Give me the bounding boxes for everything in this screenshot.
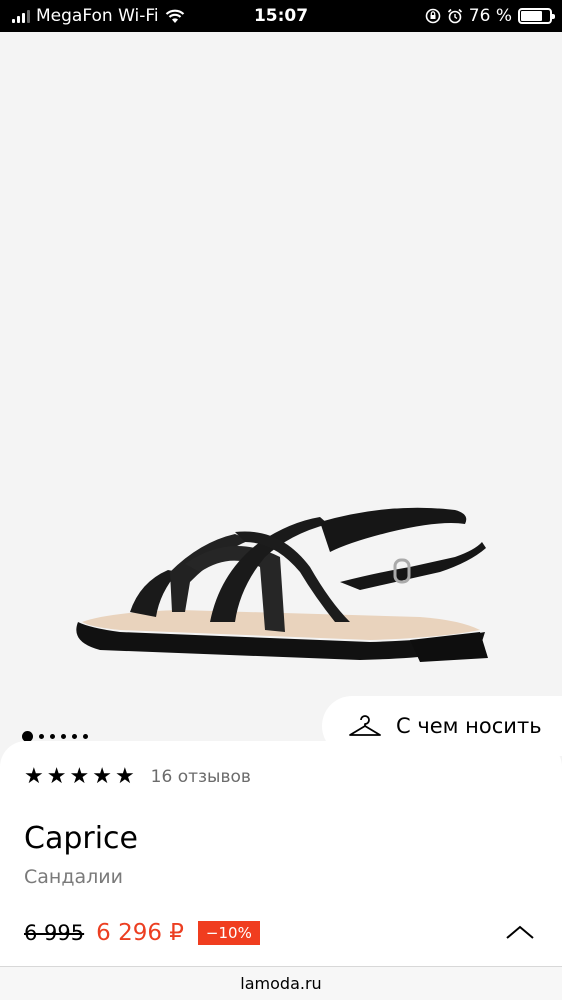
orientation-lock-icon [425, 8, 441, 24]
gallery-dot[interactable] [72, 734, 77, 739]
gallery-dot[interactable] [39, 734, 44, 739]
gallery-dot[interactable] [83, 734, 88, 739]
product-gallery[interactable]: С чем носить [0, 32, 562, 756]
star-icon: ★ [92, 764, 112, 789]
star-icon: ★ [24, 764, 44, 789]
signal-icon [12, 9, 30, 23]
brand-name[interactable]: Caprice [24, 821, 138, 856]
rating-row[interactable]: ★ ★ ★ ★ ★ 16 отзывов [24, 765, 251, 789]
wear-with-label: С чем носить [396, 714, 542, 738]
battery-icon [518, 8, 555, 24]
product-info-card: ★ ★ ★ ★ ★ 16 отзывов Caprice Сандалии 6 995 … [0, 741, 562, 1000]
gallery-dot[interactable] [61, 734, 66, 739]
rating-stars: ★ ★ ★ ★ ★ [24, 765, 135, 789]
new-price: 6 296 ₽ [96, 920, 184, 946]
old-price: 6 995 [24, 921, 85, 945]
sandal-photo [76, 507, 488, 662]
star-icon: ★ [46, 764, 67, 789]
price-row: 6 995 6 296 ₽ −10% [24, 920, 260, 946]
battery-percent: 76 % [468, 6, 512, 26]
hanger-icon [349, 715, 381, 736]
status-right: 76 % [425, 6, 555, 26]
url-text[interactable]: lamoda.ru [240, 974, 321, 993]
chevron-up-icon[interactable] [505, 924, 535, 940]
star-icon: ★ [114, 764, 135, 789]
alarm-icon [447, 8, 462, 24]
wifi-icon [165, 9, 184, 23]
star-icon: ★ [69, 764, 90, 789]
browser-url-bar[interactable]: lamoda.ru [0, 966, 562, 1000]
clock: 15:07 [253, 6, 309, 26]
product-category: Сандалии [24, 866, 123, 888]
discount-badge: −10% [197, 921, 260, 945]
carrier-label: MegaFon Wi-Fi [36, 6, 159, 26]
reviews-count[interactable]: 16 отзывов [151, 767, 251, 787]
gallery-dot[interactable] [50, 734, 55, 739]
status-bar: MegaFon Wi-Fi 15:07 76 % [0, 0, 562, 32]
status-left: MegaFon Wi-Fi [12, 6, 185, 26]
